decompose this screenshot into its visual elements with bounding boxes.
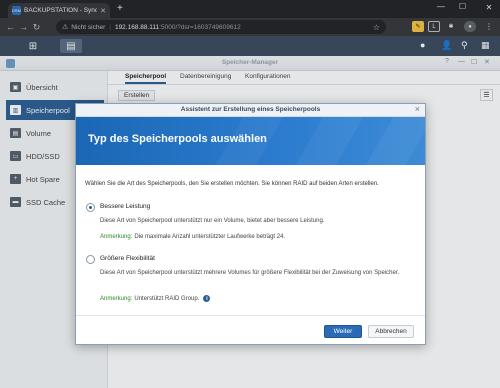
dialog-close-icon[interactable]: ×: [415, 104, 420, 114]
dialog-step-heading: Typ des Speicherpools auswählen: [88, 133, 267, 145]
option-label-better-performance[interactable]: Bessere Leistung: [100, 203, 150, 210]
header-decoration: [282, 117, 370, 165]
dialog-title: Assistent zur Erstellung eines Speicherp…: [180, 106, 321, 113]
info-icon[interactable]: i: [203, 295, 211, 302]
dialog-title-bar: Assistent zur Erstellung eines Speicherp…: [76, 104, 425, 117]
option-description: Diese Art von Speicherpool unterstützt n…: [100, 218, 325, 224]
note-key: Anmerkung:: [100, 295, 133, 302]
header-decoration: [352, 117, 425, 165]
cancel-button[interactable]: Abbrechen: [368, 325, 414, 338]
dialog-footer: Weiter Abbrechen: [76, 315, 425, 344]
note-text: Die maximale Anzahl unterstützter Laufwe…: [134, 234, 286, 240]
dialog-header-banner: Typ des Speicherpools auswählen: [76, 117, 425, 165]
option-description: Diese Art von Speicherpool unterstützt m…: [100, 270, 400, 276]
radio-better-performance[interactable]: [86, 203, 95, 212]
note-key: Anmerkung:: [100, 234, 133, 240]
dialog-intro-text: Wählen Sie die Art des Speicherpools, de…: [85, 181, 379, 187]
next-button[interactable]: Weiter: [324, 325, 362, 338]
create-storage-pool-wizard: Assistent zur Erstellung eines Speicherp…: [75, 103, 426, 345]
option-note: Anmerkung: Unterstützt RAID Group. i: [100, 295, 211, 302]
note-text: Unterstützt RAID Group.: [134, 295, 200, 302]
option-note: Anmerkung: Die maximale Anzahl unterstüt…: [100, 234, 285, 240]
dialog-body: Wählen Sie die Art des Speicherpools, de…: [76, 165, 425, 315]
radio-greater-flexibility[interactable]: [86, 255, 95, 264]
option-label-greater-flexibility[interactable]: Größere Flexibilität: [100, 255, 155, 262]
